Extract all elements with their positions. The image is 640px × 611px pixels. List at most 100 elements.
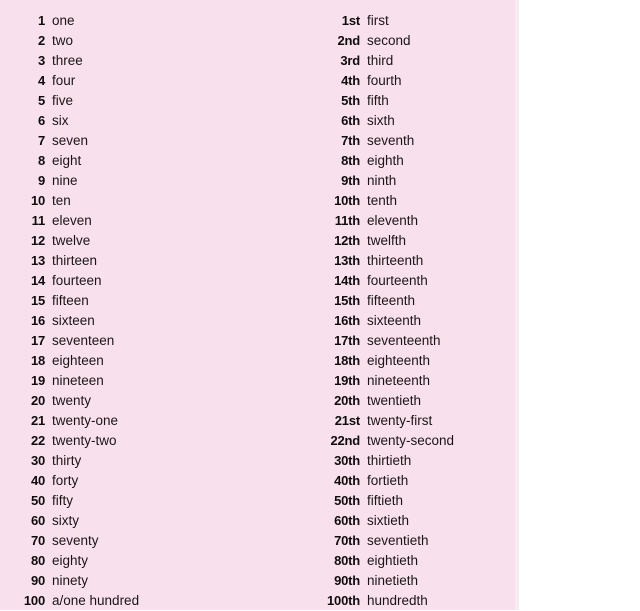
ordinal-row-word: thirteenth: [367, 253, 424, 268]
cardinal-row: 6 six: [0, 111, 300, 131]
cardinal-row-word: fourteen: [52, 273, 102, 288]
ordinal-row-word: twelfth: [367, 233, 407, 248]
ordinal-row-word: third: [367, 53, 394, 68]
ordinal-row-word: sixteenth: [367, 313, 422, 328]
cardinal-row: 17 seventeen: [0, 331, 300, 351]
ordinal-row: 70th seventieth: [312, 531, 517, 551]
cardinal-row-figure: 4: [37, 73, 45, 88]
cardinal-row: 40 forty: [0, 471, 300, 491]
ordinal-row-figure: 50th: [334, 493, 360, 508]
ordinal-row: 60th sixtieth: [312, 511, 517, 531]
cardinal-row-word: eight: [52, 153, 82, 168]
cardinal-row-word: eighty: [52, 553, 89, 568]
ordinal-row: 50th fiftieth: [312, 491, 517, 511]
ordinal-row: 100th hundredth: [312, 591, 517, 611]
ordinal-row-figure: 12th: [334, 233, 360, 248]
ordinal-row-word: second: [367, 33, 411, 48]
ordinal-row: 18th eighteenth: [312, 351, 517, 371]
cardinal-row-figure: 6: [37, 113, 45, 128]
ordinal-row-figure: 6th: [341, 113, 360, 128]
page-root: 1 one 2 two 3 three 4 four 5 five 6 six 7 seven 8 eight…: [0, 0, 640, 610]
cardinal-row-word: nineteen: [52, 373, 104, 388]
cardinal-row-figure: 22: [30, 433, 45, 448]
cardinal-row: 12 twelve: [0, 231, 300, 251]
ordinal-row: 15th fifteenth: [312, 291, 517, 311]
ordinal-row-word: seventeenth: [367, 333, 441, 348]
cardinal-row: 14 fourteen: [0, 271, 300, 291]
cardinal-row: 1 one: [0, 11, 300, 31]
cardinal-row: 80 eighty: [0, 551, 300, 571]
ordinal-row-figure: 20th: [334, 393, 360, 408]
cardinal-row-word: a/one hundred: [52, 593, 140, 608]
ordinal-row-figure: 11th: [334, 213, 360, 228]
ordinal-row: 10th tenth: [312, 191, 517, 211]
ordinal-row-word: eighteenth: [367, 353, 431, 368]
ordinal-row-word: eightieth: [367, 553, 419, 568]
cardinal-row-word: one: [52, 13, 75, 28]
ordinal-row: 80th eightieth: [312, 551, 517, 571]
ordinal-row-figure: 1st: [341, 13, 360, 28]
cardinal-row-figure: 21: [30, 413, 45, 428]
ordinal-row-word: hundredth: [367, 593, 428, 608]
cardinal-row-word: ninety: [52, 573, 89, 588]
ordinal-row-word: ninetieth: [367, 573, 419, 588]
cardinal-row-figure: 1: [37, 13, 45, 28]
cardinal-row-word: forty: [52, 473, 79, 488]
ordinal-row-figure: 10th: [334, 193, 360, 208]
ordinal-row: 11th eleventh: [312, 211, 517, 231]
ordinal-row-figure: 3rd: [340, 53, 360, 68]
cardinal-row-figure: 14: [30, 273, 45, 288]
cardinal-row: 19 nineteen: [0, 371, 300, 391]
cardinal-row-word: fifteen: [52, 293, 89, 308]
cardinal-numbers-column: 1 one 2 two 3 three 4 four 5 five 6 six 7 seven 8 eight…: [0, 11, 300, 611]
ordinal-row-figure: 5th: [341, 93, 360, 108]
ordinal-row-figure: 22nd: [330, 433, 360, 448]
ordinal-row-word: twenty-second: [367, 433, 455, 448]
cardinal-row-figure: 10: [30, 193, 45, 208]
ordinal-row-word: fiftieth: [367, 493, 404, 508]
ordinal-row-figure: 18th: [334, 353, 360, 368]
cardinal-row-word: nine: [52, 173, 78, 188]
ordinal-row-word: first: [367, 13, 389, 28]
ordinal-row-figure: 21st: [334, 413, 360, 428]
cardinal-row-figure: 18: [30, 353, 45, 368]
ordinal-row-word: sixtieth: [367, 513, 410, 528]
ordinal-row: 5th fifth: [312, 91, 517, 111]
ordinal-row-figure: 8th: [341, 153, 360, 168]
ordinal-row-word: seventh: [367, 133, 415, 148]
cardinal-row: 10 ten: [0, 191, 300, 211]
ordinal-row: 16th sixteenth: [312, 311, 517, 331]
ordinal-row-figure: 90th: [334, 573, 360, 588]
ordinal-row-figure: 40th: [334, 473, 360, 488]
ordinal-row: 90th ninetieth: [312, 571, 517, 591]
cardinal-row-figure: 60: [30, 513, 45, 528]
cardinal-row-figure: 80: [30, 553, 45, 568]
ordinal-row: 8th eighth: [312, 151, 517, 171]
ordinal-row: 2nd second: [312, 31, 517, 51]
ordinal-row: 1st first: [312, 11, 517, 31]
ordinal-row-figure: 60th: [334, 513, 360, 528]
cardinal-row-word: ten: [52, 193, 71, 208]
ordinal-row-word: nineteenth: [367, 373, 431, 388]
cardinal-row-word: seven: [52, 133, 89, 148]
cardinal-row: 16 sixteen: [0, 311, 300, 331]
cardinal-row: 22 twenty-two: [0, 431, 300, 451]
ordinal-row: 13th thirteenth: [312, 251, 517, 271]
cardinal-row-figure: 7: [37, 133, 45, 148]
cardinal-row-figure: 8: [37, 153, 45, 168]
cardinal-row-word: six: [52, 113, 69, 128]
ordinal-row: 14th fourteenth: [312, 271, 517, 291]
cardinal-row-figure: 40: [30, 473, 45, 488]
cardinal-row: 70 seventy: [0, 531, 300, 551]
cardinal-row-word: five: [52, 93, 74, 108]
cardinal-row-word: twenty-one: [52, 413, 119, 428]
ordinal-row-word: fourth: [367, 73, 402, 88]
cardinal-row-word: eleven: [52, 213, 92, 228]
ordinal-row: 30th thirtieth: [312, 451, 517, 471]
cardinal-row: 15 fifteen: [0, 291, 300, 311]
cardinal-row-figure: 9: [37, 173, 45, 188]
ordinal-row-word: sixth: [367, 113, 395, 128]
cardinal-row-figure: 100: [23, 593, 45, 608]
ordinal-row: 22nd twenty-second: [312, 431, 517, 451]
ordinal-row-figure: 17th: [334, 333, 360, 348]
